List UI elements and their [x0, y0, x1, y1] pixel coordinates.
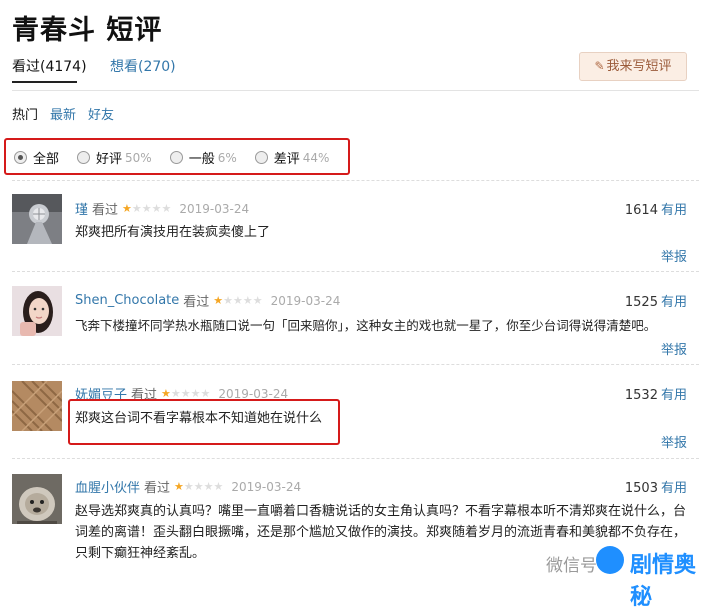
review-divider [12, 271, 699, 273]
report-link[interactable]: 举报 [661, 339, 687, 358]
active-tab-underline [12, 81, 77, 83]
review-votes: 1503 有用 [625, 477, 687, 496]
filter-negative-pct: 44% [302, 150, 330, 165]
tabs-divider [12, 90, 699, 91]
report-link[interactable]: 举报 [661, 246, 687, 265]
review-status: 看过 [144, 481, 171, 496]
review-date: 2019-03-24 [231, 479, 302, 494]
write-review-button[interactable]: ✎ 我来写短评 [579, 52, 687, 81]
review-divider [12, 458, 699, 460]
rating-filter: 全部 好评 50% 一般 6% 差评 44% [14, 148, 347, 167]
review-header: Shen_Chocolate 看过 ★★★★★ 2019-03-24 [75, 291, 340, 310]
write-review-label: 我来写短评 [606, 59, 672, 74]
review-date: 2019-03-24 [270, 293, 341, 308]
avatar[interactable] [12, 194, 62, 244]
filter-neutral-label: 一般 [188, 152, 215, 167]
filter-negative-label: 差评 [273, 152, 300, 167]
review-text: 飞奔下楼撞坏同学热水瓶随口说一句「回来赔你」，这种女主的戏也就一星了，你至少台词… [75, 318, 657, 333]
rating-stars-icon: ★★★★★ [174, 480, 224, 493]
filter-neutral[interactable]: 一般 6% [169, 148, 237, 167]
page-title: 青春斗 短评 [12, 15, 163, 46]
report-link[interactable]: 举报 [661, 432, 687, 451]
radio-negative[interactable] [254, 151, 268, 164]
watermark: 微信号 剧情奥秘 [510, 542, 705, 610]
sort-latest[interactable]: 最新 [50, 108, 76, 123]
review-highlight-box [68, 399, 340, 445]
review-username[interactable]: 瑾 [75, 199, 88, 218]
review-divider [12, 364, 699, 366]
review-username[interactable]: Shen_Chocolate [75, 293, 179, 308]
review-divider [12, 180, 699, 182]
avatar[interactable] [12, 381, 62, 431]
filter-all-label: 全部 [33, 152, 60, 167]
review-header: 瑾 看过 ★★★★★ 2019-03-24 [75, 199, 250, 219]
radio-neutral[interactable] [169, 151, 183, 164]
filter-neutral-pct: 6% [217, 150, 237, 165]
review-header: 血腥小伙伴 看过 ★★★★★ 2019-03-24 [75, 477, 302, 497]
sort-hot[interactable]: 热门 [12, 108, 38, 123]
sort-options: 热门 最新 好友 [12, 104, 126, 123]
sort-friends[interactable]: 好友 [88, 108, 114, 123]
filter-positive-label: 好评 [96, 152, 123, 167]
review-status: 看过 [183, 295, 210, 310]
useful-button[interactable]: 有用 [661, 388, 687, 403]
useful-button[interactable]: 有用 [661, 203, 687, 218]
review-votes: 1614 有用 [625, 199, 687, 218]
vote-count: 1532 [624, 388, 658, 403]
brand-logo-icon [596, 546, 624, 574]
vote-count: 1614 [624, 203, 658, 218]
review-votes: 1525 有用 [625, 291, 687, 310]
useful-button[interactable]: 有用 [661, 295, 687, 310]
useful-button[interactable]: 有用 [661, 481, 687, 496]
review-username[interactable]: 血腥小伙伴 [75, 477, 140, 496]
filter-all[interactable]: 全部 [14, 148, 59, 167]
vote-count: 1525 [624, 295, 658, 310]
watermark-brand: 剧情奥秘 [630, 553, 697, 610]
review-status: 看过 [92, 203, 119, 218]
rating-stars-icon: ★★★★★ [213, 294, 263, 307]
filter-negative[interactable]: 差评 44% [254, 148, 330, 167]
filter-positive-pct: 50% [125, 150, 152, 165]
pencil-icon: ✎ [594, 59, 605, 73]
avatar[interactable] [12, 286, 62, 336]
review-date: 2019-03-24 [179, 201, 250, 216]
watermark-prefix: 微信号 [546, 556, 597, 576]
tab-watched[interactable]: 看过(4174) [12, 56, 87, 76]
avatar[interactable] [12, 474, 62, 524]
tab-want-to-watch[interactable]: 想看(270) [110, 56, 176, 76]
radio-positive[interactable] [77, 151, 91, 164]
rating-stars-icon: ★★★★★ [122, 202, 172, 215]
vote-count: 1503 [624, 481, 658, 496]
radio-all[interactable] [14, 151, 27, 164]
filter-positive[interactable]: 好评 50% [77, 148, 152, 167]
review-text: 郑爽把所有演技用在装疯卖傻上了 [75, 225, 271, 240]
review-votes: 1532 有用 [625, 384, 687, 403]
